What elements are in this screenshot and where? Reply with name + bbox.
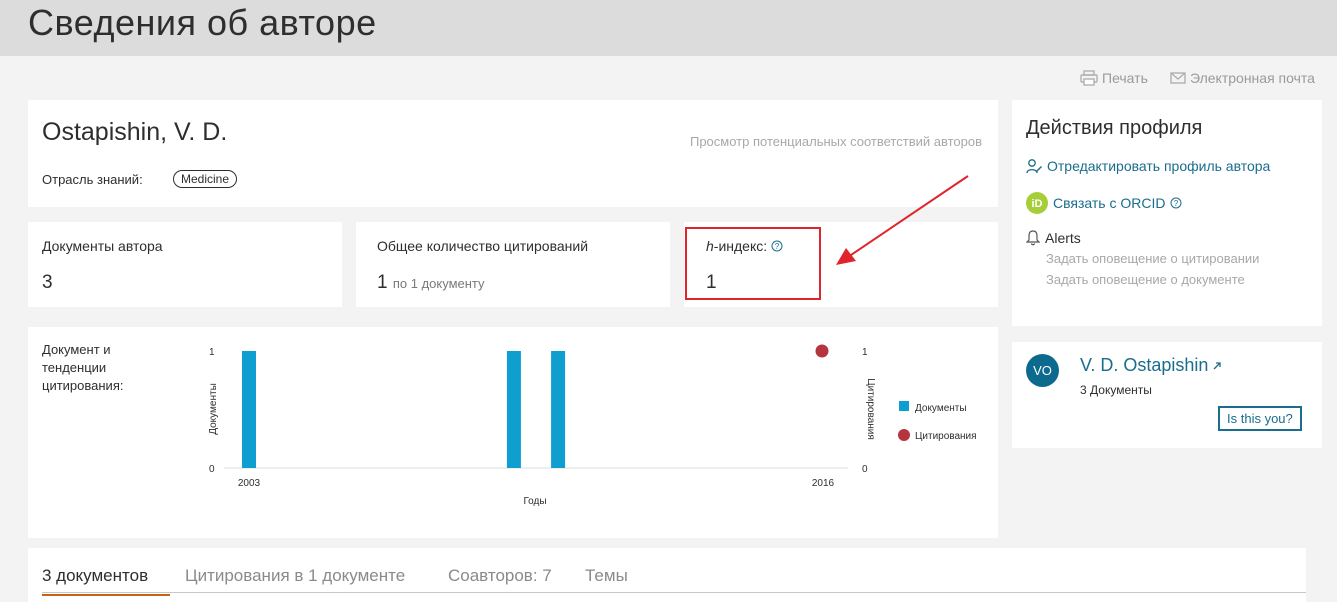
author-card: VO V. D. Ostapishin 3 Документы Is this … — [1012, 342, 1322, 448]
chart-point — [815, 344, 829, 358]
author-card-docs: 3 Документы — [1080, 383, 1152, 397]
author-card-name: V. D. Ostapishin — [1080, 355, 1209, 375]
x-axis-title: Годы — [523, 496, 546, 507]
tabs: 3 документов Цитирования в 1 документе С… — [28, 548, 1306, 602]
x-tick-label: 2016 — [812, 478, 835, 489]
y-tick-label-left: 0 — [209, 464, 215, 475]
orcid-icon: iD — [1026, 192, 1048, 214]
legend-citations-label: Цитирования — [915, 431, 977, 442]
legend-documents-label: Документы — [915, 403, 967, 414]
chart-bar — [506, 351, 521, 468]
y-tick-label-right: 1 — [862, 347, 868, 358]
chart-bar — [551, 351, 566, 468]
is-this-you-button[interactable]: Is this you? — [1218, 406, 1302, 431]
citation-alert-link[interactable]: Задать оповещение о цитировании — [1046, 251, 1259, 266]
tab-topics[interactable]: Темы — [585, 566, 628, 586]
tabs-divider — [42, 592, 1306, 593]
alerts-label: Alerts — [1045, 230, 1081, 246]
y-tick-label-left: 1 — [209, 347, 215, 358]
author-card-link[interactable]: V. D. Ostapishin — [1080, 355, 1222, 376]
tab-coauthors[interactable]: Соавторов: 7 — [448, 566, 552, 586]
tab-citations[interactable]: Цитирования в 1 документе — [185, 566, 405, 586]
y-axis-title-left: Документы — [208, 383, 219, 435]
connect-orcid-link[interactable]: iD Связать с ORCID ? — [1026, 192, 1182, 214]
trends-chart: 0 0 1 1 2003 2016 Годы Документы Цитирования Доку… — [208, 344, 977, 507]
legend-citations-swatch — [898, 429, 910, 441]
profile-actions-title: Действия профиля — [1026, 117, 1203, 139]
svg-text:?: ? — [1174, 199, 1179, 208]
active-tab-indicator — [42, 594, 170, 596]
svg-text:iD: iD — [1032, 198, 1043, 210]
orcid-label: Связать с ORCID — [1053, 195, 1166, 211]
y-axis-title-right: Цитирования — [865, 378, 876, 440]
alerts-header: Alerts — [1026, 230, 1081, 246]
user-edit-icon — [1026, 159, 1042, 174]
x-tick-label: 2003 — [238, 478, 261, 489]
legend-documents-swatch — [899, 401, 909, 411]
bell-icon — [1026, 230, 1040, 246]
y-tick-label-right: 0 — [862, 464, 868, 475]
edit-profile-label: Отредактировать профиль автора — [1047, 158, 1271, 174]
document-alert-link[interactable]: Задать оповещение о документе — [1046, 272, 1245, 287]
edit-profile-link[interactable]: Отредактировать профиль автора — [1026, 158, 1270, 174]
profile-actions-panel: Действия профиля Отредактировать профиль… — [1012, 100, 1322, 326]
external-link-icon — [1213, 361, 1222, 369]
tab-documents[interactable]: 3 документов — [42, 566, 148, 586]
help-icon[interactable]: ? — [1170, 197, 1182, 209]
chart-card: Документ и тенденции цитирования: 0 0 1 1 20… — [28, 327, 998, 538]
chart-bar — [242, 351, 256, 468]
avatar: VO — [1026, 354, 1059, 387]
